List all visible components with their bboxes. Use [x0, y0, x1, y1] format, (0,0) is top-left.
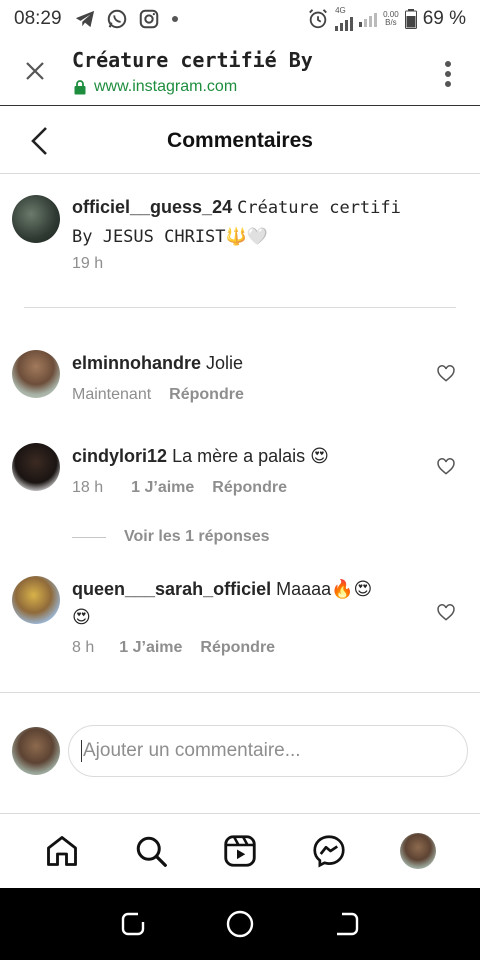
comment-composer: Ajouter un commentaire...: [0, 692, 480, 814]
comment-username[interactable]: queen___sarah_officiel: [72, 579, 271, 599]
caption-text: officiel__guess_24 Créature certifi By J…: [72, 193, 462, 251]
comment-item: elminnohandre Jolie Maintenant Répondre: [0, 340, 480, 420]
avatar: [12, 727, 60, 775]
nav-profile[interactable]: [398, 831, 438, 871]
comment-time: Maintenant: [72, 386, 152, 403]
reels-icon: [224, 835, 256, 867]
net-speed-unit: B/s: [385, 18, 397, 27]
comment-text: queen___sarah_officiel Maaaa🔥😍 😍: [72, 575, 422, 631]
comment-meta: 8 h 1 J’aime Répondre: [72, 639, 275, 657]
comment-username[interactable]: elminnohandre: [72, 353, 201, 373]
whatsapp-icon: [107, 9, 126, 29]
page-title: Créature certifié By: [72, 48, 313, 72]
comment-meta: Maintenant Répondre: [72, 386, 244, 404]
system-navigation-bar: [0, 888, 480, 960]
reply-button[interactable]: Répondre: [212, 479, 287, 497]
nav-messenger[interactable]: [309, 831, 349, 871]
telegram-icon: [75, 10, 94, 28]
comment-body: Jolie: [206, 353, 244, 373]
comment-username[interactable]: cindylori12: [72, 446, 167, 466]
caption-username[interactable]: officiel__guess_24: [72, 197, 232, 217]
caption-meta: 19 h: [72, 255, 103, 273]
post-caption: officiel__guess_24 Créature certifi By J…: [0, 175, 480, 310]
alarm-icon: [309, 9, 328, 29]
network-type: 4G: [335, 6, 346, 15]
status-bar: 08:29 4G 0.00 B/s 69 %: [0, 0, 480, 38]
close-icon[interactable]: [22, 58, 48, 84]
comment-body-line2: 😍: [72, 607, 91, 627]
likes-count[interactable]: 1 J’aime: [119, 639, 182, 657]
comment-item: cindylori12 La mère a palais 😍 18 h 1 J’…: [0, 433, 480, 513]
comment-text: cindylori12 La mère a palais 😍: [72, 442, 422, 470]
home-button-icon[interactable]: [225, 909, 255, 939]
caption-time: 19 h: [72, 255, 104, 272]
nav-search[interactable]: [131, 831, 171, 871]
caption-body-line1: Créature certifi: [237, 198, 401, 218]
comment-body: La mère a palais 😍: [172, 446, 329, 466]
text-caret: [81, 740, 82, 762]
avatar[interactable]: [12, 443, 60, 491]
comment-time: 18 h: [72, 479, 104, 496]
browser-toolbar: Créature certifié By www.instagram.com: [0, 38, 480, 106]
url-text: www.instagram.com: [94, 78, 238, 95]
comment-input[interactable]: Ajouter un commentaire...: [68, 725, 468, 777]
messenger-icon: [313, 835, 345, 868]
comment-text: elminnohandre Jolie: [72, 349, 422, 377]
heart-icon[interactable]: [436, 603, 456, 623]
comment-item: queen___sarah_officiel Maaaa🔥😍 😍 8 h 1 J…: [0, 566, 480, 666]
reply-button[interactable]: Répondre: [169, 386, 244, 404]
comment-input-placeholder: Ajouter un commentaire...: [83, 740, 301, 761]
instagram-icon: [139, 9, 158, 29]
bottom-navigation: [0, 815, 480, 887]
battery-level: 69 %: [422, 8, 466, 29]
divider: [24, 307, 456, 308]
nav-home[interactable]: [42, 831, 82, 871]
header-title: Commentaires: [167, 129, 313, 152]
comment-meta: 18 h 1 J’aime Répondre: [72, 479, 287, 497]
heart-icon[interactable]: [436, 457, 456, 477]
signal-icon-2: [359, 11, 378, 27]
avatar[interactable]: [12, 576, 60, 624]
status-time: 08:29: [14, 8, 62, 29]
caption-body-line2: By JESUS CHRIST🔱🤍: [72, 227, 268, 247]
recent-apps-icon[interactable]: [118, 909, 148, 939]
comments-header: Commentaires: [0, 107, 480, 174]
battery-icon: [404, 9, 417, 29]
signal-icon: [335, 15, 354, 31]
dot-icon: [171, 16, 178, 22]
url-bar[interactable]: www.instagram.com: [74, 78, 237, 96]
divider: [72, 536, 106, 538]
likes-count[interactable]: 1 J’aime: [131, 479, 194, 497]
heart-icon[interactable]: [436, 364, 456, 384]
profile-avatar: [399, 833, 436, 869]
nav-reels[interactable]: [220, 831, 260, 871]
home-icon: [47, 836, 78, 866]
back-button-icon[interactable]: [332, 909, 362, 939]
view-replies-label: Voir les 1 réponses: [124, 528, 270, 545]
view-replies-button[interactable]: Voir les 1 réponses: [72, 528, 270, 546]
avatar[interactable]: [12, 350, 60, 398]
comment-body: Maaaa🔥😍: [276, 579, 373, 599]
lock-icon: [74, 79, 86, 94]
avatar[interactable]: [12, 195, 60, 243]
more-options-icon[interactable]: [444, 60, 452, 88]
search-icon: [136, 836, 168, 867]
comment-time: 8 h: [72, 639, 95, 656]
reply-button[interactable]: Répondre: [200, 639, 275, 657]
